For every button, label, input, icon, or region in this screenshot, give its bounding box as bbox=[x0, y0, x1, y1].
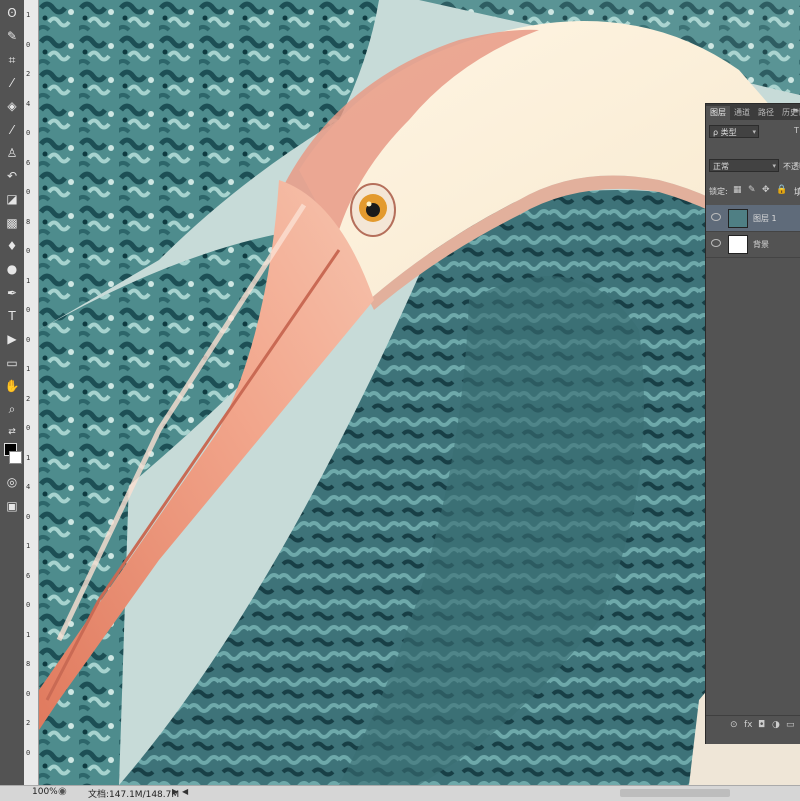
type-filter-icon[interactable]: T bbox=[794, 126, 799, 135]
brush-icon[interactable]: ⁄ bbox=[3, 121, 21, 139]
panel-tabs: 图层通道路径历史记 bbox=[706, 104, 800, 120]
ruler-tick-label: 0 bbox=[26, 335, 31, 344]
eyedropper-icon[interactable]: ⁄ bbox=[3, 74, 21, 92]
panel-tab[interactable]: 通道 bbox=[730, 106, 754, 120]
visibility-eye-icon[interactable] bbox=[711, 213, 721, 221]
blend-mode-select[interactable]: 正常 ▾ bbox=[709, 159, 779, 172]
layer-filter-value: ρ 类型 bbox=[713, 128, 737, 137]
dodge-icon[interactable]: ● bbox=[3, 260, 21, 278]
crop-icon[interactable]: ⌗ bbox=[3, 51, 21, 69]
document-canvas[interactable] bbox=[39, 0, 800, 785]
history-brush-icon[interactable]: ↶ bbox=[3, 167, 21, 185]
egret-painting-image bbox=[39, 0, 800, 785]
ruler-tick-label: 8 bbox=[26, 660, 31, 668]
status-menu-arrow-icon[interactable]: ▶ bbox=[172, 787, 178, 796]
eraser-icon[interactable]: ◪ bbox=[3, 190, 21, 208]
blend-mode-value: 正常 bbox=[713, 162, 729, 171]
status-bar: 100% ◉ 文档:147.1M/148.7M ▶ ◀ bbox=[0, 785, 800, 801]
ruler-tick-label: 6 bbox=[26, 571, 31, 580]
ruler-tick-label: 0 bbox=[26, 424, 31, 432]
ruler-tick-label: 1 bbox=[26, 11, 31, 19]
zoom-level[interactable]: 100% bbox=[32, 787, 58, 797]
add-mask-icon[interactable]: ◘ bbox=[758, 720, 765, 730]
quick-mask-icon[interactable]: ◎ bbox=[3, 473, 21, 491]
gradient-icon[interactable]: ▩ bbox=[3, 214, 21, 232]
ruler-tick-label: 4 bbox=[26, 99, 31, 108]
lock-position-icon[interactable]: ✥ bbox=[762, 185, 770, 195]
ruler-tick-label: 0 bbox=[26, 512, 31, 521]
ruler-tick-label: 0 bbox=[26, 129, 31, 137]
layer-row[interactable]: 背景 bbox=[706, 231, 800, 258]
ruler-tick-label: 0 bbox=[26, 247, 31, 255]
lasso-icon[interactable]: ʘ bbox=[3, 4, 21, 22]
healing-brush-icon[interactable]: ◈ bbox=[3, 97, 21, 115]
screen-mode-icon[interactable]: ▣ bbox=[3, 497, 21, 515]
layer-filter-row: ρ 类型 ▾ T bbox=[706, 123, 800, 143]
ruler-tick-label: 2 bbox=[26, 719, 31, 727]
layer-thumbnail[interactable] bbox=[728, 209, 748, 228]
document-size: 文档:147.1M/148.7M bbox=[88, 790, 180, 800]
fill-label: 填 bbox=[794, 185, 800, 198]
ruler-tick-label: 6 bbox=[26, 158, 31, 167]
layer-name[interactable]: 背景 bbox=[753, 239, 769, 250]
rectangle-shape-icon[interactable]: ▭ bbox=[3, 354, 21, 372]
hand-icon[interactable]: ✋ bbox=[3, 377, 21, 395]
layer-filter-select[interactable]: ρ 类型 ▾ bbox=[709, 125, 759, 138]
quick-selection-icon[interactable]: ✎ bbox=[3, 27, 21, 45]
lock-label: 锁定: bbox=[709, 187, 728, 196]
swap-colors-icon[interactable]: ⇄ bbox=[3, 423, 21, 441]
scroll-left-icon[interactable]: ◀ bbox=[182, 787, 188, 796]
ruler-tick-label: 2 bbox=[26, 70, 31, 78]
ruler-tick-label: 2 bbox=[26, 394, 31, 403]
blend-row: 正常 ▾ 不透明 bbox=[706, 157, 800, 177]
vertical-ruler: 1 0 2 4 0 6 0 8 0 1 0 0 1 2 0 1 4 0 1 6 0 1 8 0 2 0 bbox=[24, 0, 39, 785]
adjustment-layer-icon[interactable]: ◑ bbox=[772, 720, 780, 730]
clone-stamp-icon[interactable]: ♙ bbox=[3, 144, 21, 162]
layer-row[interactable]: 图层 1 bbox=[706, 205, 800, 232]
ruler-tick-label: 1 bbox=[26, 276, 31, 285]
lock-all-icon[interactable]: 🔒 bbox=[776, 185, 787, 195]
ruler-tick-label: 4 bbox=[26, 483, 31, 491]
panel-tab[interactable]: 图层 bbox=[706, 106, 730, 120]
pen-icon[interactable]: ✒ bbox=[3, 284, 21, 302]
layer-thumbnail[interactable] bbox=[728, 235, 748, 254]
ruler-tick-label: 1 bbox=[26, 453, 31, 462]
zoom-icon[interactable]: ⌕ bbox=[3, 400, 21, 418]
ruler-tick-label: 0 bbox=[26, 40, 31, 49]
background-color-swatch[interactable] bbox=[9, 451, 22, 464]
layer-name[interactable]: 图层 1 bbox=[753, 213, 777, 224]
layers-panel: 图层通道路径历史记 ≡ ρ 类型 ▾ T 正常 ▾ 不透明 锁定: ▦ ✎ ✥ … bbox=[705, 103, 800, 744]
blur-icon[interactable]: ♦ bbox=[3, 237, 21, 255]
type-icon[interactable]: T bbox=[3, 307, 21, 325]
status-info-icon[interactable]: ◉ bbox=[58, 786, 67, 797]
ruler-tick-label: 0 bbox=[26, 601, 31, 609]
ruler-tick-label: 0 bbox=[26, 748, 31, 757]
chevron-down-icon: ▾ bbox=[752, 128, 756, 136]
ruler-tick-label: 0 bbox=[26, 188, 31, 196]
horizontal-scrollbar[interactable] bbox=[620, 789, 730, 797]
fx-icon[interactable]: fx bbox=[744, 720, 753, 730]
new-group-icon[interactable]: ▭ bbox=[786, 720, 795, 730]
path-selection-icon[interactable]: ▶ bbox=[3, 330, 21, 348]
panel-tab[interactable]: 路径 bbox=[754, 106, 778, 120]
panel-menu-icon[interactable]: ≡ bbox=[792, 106, 799, 115]
ruler-tick-label: 1 bbox=[26, 542, 31, 550]
ruler-tick-label: 1 bbox=[26, 365, 31, 373]
visibility-eye-icon[interactable] bbox=[711, 239, 721, 247]
ruler-tick-label: 0 bbox=[26, 689, 31, 698]
link-layers-icon[interactable]: ⊙ bbox=[730, 720, 738, 730]
ruler-tick-label: 0 bbox=[26, 306, 31, 314]
chevron-down-icon: ▾ bbox=[772, 162, 776, 170]
lock-row: 锁定: ▦ ✎ ✥ 🔒 填 bbox=[706, 182, 800, 202]
lock-transparent-icon[interactable]: ▦ bbox=[733, 185, 742, 195]
opacity-label: 不透明 bbox=[783, 162, 800, 171]
ruler-tick-label: 1 bbox=[26, 630, 31, 639]
tools-panel: ʘ ✎ ⌗ ⁄ ◈ ⁄ ♙ ↶ ◪ ▩ ♦ ● ✒ T ▶ ▭ ✋ ⌕ ◎ ▣ ⇄ bbox=[0, 0, 25, 785]
lock-image-icon[interactable]: ✎ bbox=[748, 185, 756, 195]
ruler-tick-label: 8 bbox=[26, 217, 31, 226]
panel-footer: ⊙fx◘◑▭▣🗑 bbox=[706, 715, 800, 736]
